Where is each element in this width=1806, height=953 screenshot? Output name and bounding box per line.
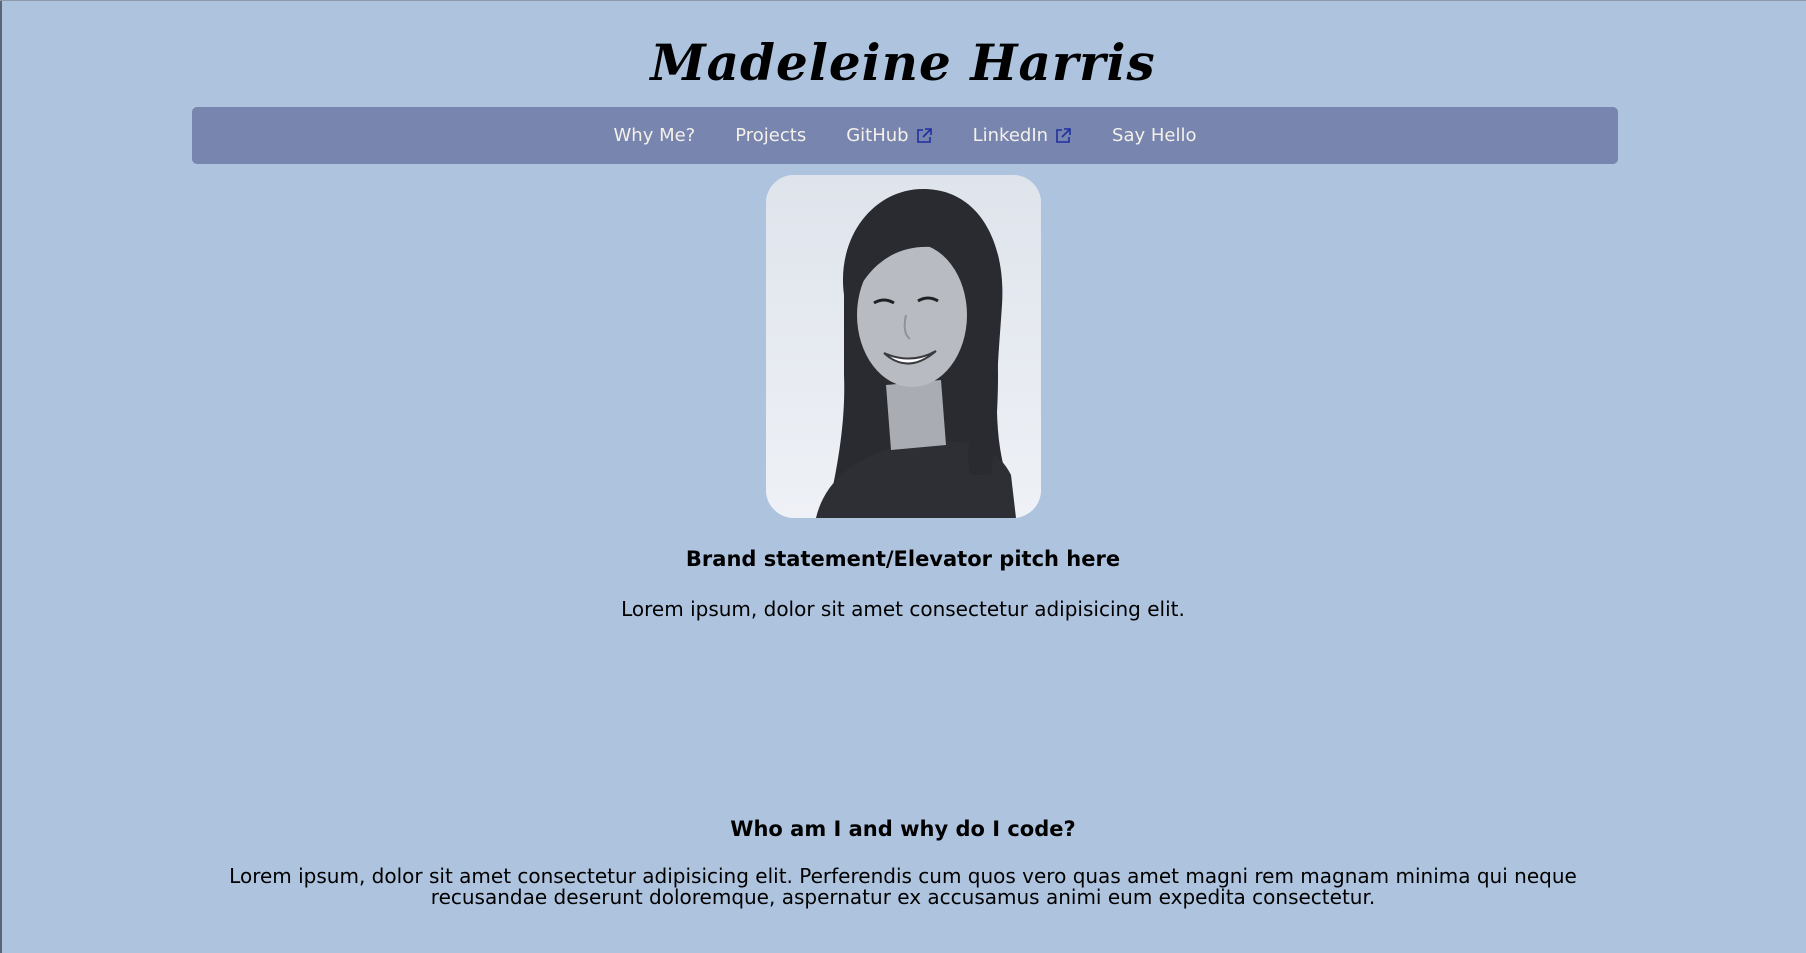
nav-link-label: Say Hello (1112, 125, 1197, 146)
nav-link-projects[interactable]: Projects (715, 125, 826, 146)
nav-link-label: GitHub (846, 125, 909, 146)
external-link-icon (916, 127, 932, 143)
nav-link-github[interactable]: GitHub (826, 125, 952, 146)
pitch-text: Lorem ipsum, dolor sit amet consectetur … (621, 597, 1185, 621)
navbar: Why Me? Projects GitHub LinkedIn Say Hel… (192, 107, 1618, 164)
site-title: Madeleine Harris (650, 33, 1156, 92)
about-text: Lorem ipsum, dolor sit amet consectetur … (229, 864, 1577, 909)
nav-link-say-hello[interactable]: Say Hello (1092, 125, 1216, 146)
nav-link-why-me[interactable]: Why Me? (593, 125, 715, 146)
nav-link-label: LinkedIn (972, 125, 1049, 146)
nav-link-label: Projects (735, 125, 807, 146)
nav-link-linkedin[interactable]: LinkedIn (953, 125, 1092, 146)
about-heading: Who am I and why do I code? (730, 817, 1076, 841)
portrait-photo (766, 175, 1041, 518)
portrait-illustration (766, 175, 1041, 518)
nav-link-label: Why Me? (613, 125, 696, 146)
external-link-icon (1056, 127, 1071, 143)
page: Madeleine Harris Why Me? Projects GitHub… (0, 0, 1806, 953)
pitch-heading: Brand statement/Elevator pitch here (685, 547, 1121, 571)
